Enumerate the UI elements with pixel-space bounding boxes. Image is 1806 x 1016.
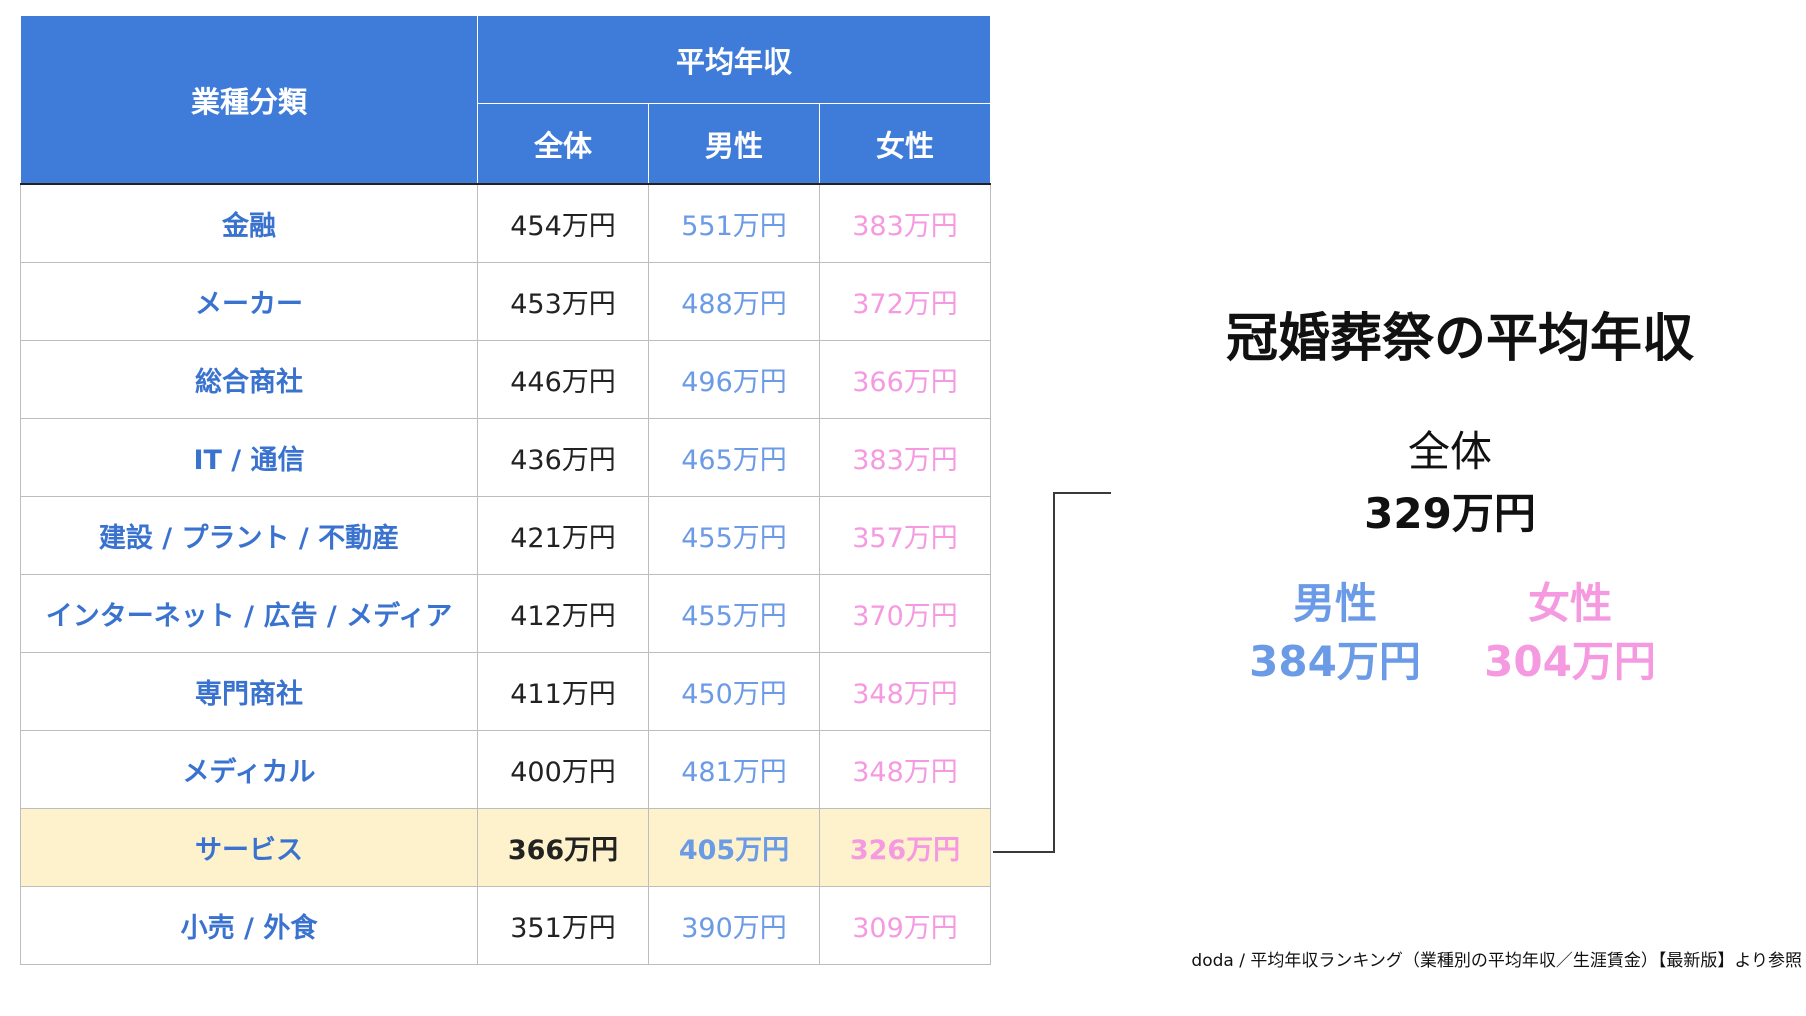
- header-industry: 業種分類: [20, 15, 478, 185]
- overall-cell: 454万円: [477, 183, 649, 263]
- overall-cell: 400万円: [477, 730, 649, 809]
- connector-line-horizontal-top: [1053, 492, 1111, 494]
- header-overall: 全体: [477, 103, 649, 185]
- table-row: 総合商社 446万円 496万円 366万円: [20, 340, 991, 419]
- panel-title: 冠婚葬祭の平均年収: [1225, 309, 1694, 369]
- overall-cell: 366万円: [477, 808, 649, 887]
- female-cell: 366万円: [819, 340, 991, 419]
- table-body: 金融 454万円 551万円 383万円 メーカー 453万円 488万円 372万円 総合商社…: [20, 183, 991, 965]
- industry-cell: サービス: [20, 808, 478, 887]
- female-cell: 348万円: [819, 730, 991, 809]
- table-row: 専門商社 411万円 450万円 348万円: [20, 652, 991, 731]
- industry-cell: IT / 通信: [20, 418, 478, 497]
- overall-cell: 412万円: [477, 574, 649, 653]
- overall-cell: 453万円: [477, 262, 649, 341]
- industry-cell: 小売 / 外食: [20, 886, 478, 965]
- header-average-salary: 平均年収: [477, 15, 991, 104]
- table-row: IT / 通信 436万円 465万円 383万円: [20, 418, 991, 497]
- overall-cell: 436万円: [477, 418, 649, 497]
- male-label: 男性: [1292, 579, 1377, 628]
- female-cell: 383万円: [819, 418, 991, 497]
- industry-cell: 専門商社: [20, 652, 478, 731]
- male-cell: 450万円: [648, 652, 820, 731]
- industry-cell: 建設 / プラント / 不動産: [20, 496, 478, 575]
- overall-cell: 446万円: [477, 340, 649, 419]
- male-cell: 455万円: [648, 496, 820, 575]
- salary-table: 業種分類 平均年収 全体 男性 女性 金融 454万円 551万円 383万円 メーカー…: [20, 15, 991, 965]
- male-cell: 488万円: [648, 262, 820, 341]
- overall-label: 全体: [1407, 427, 1492, 476]
- female-cell: 383万円: [819, 183, 991, 263]
- table-row: メディカル 400万円 481万円 348万円: [20, 730, 991, 809]
- header-female: 女性: [819, 103, 991, 185]
- female-cell: 357万円: [819, 496, 991, 575]
- male-cell: 481万円: [648, 730, 820, 809]
- male-cell: 551万円: [648, 183, 820, 263]
- male-value: 384万円: [1249, 637, 1421, 686]
- overall-cell: 351万円: [477, 886, 649, 965]
- table-row: 小売 / 外食 351万円 390万円 309万円: [20, 886, 991, 965]
- table-row: インターネット / 広告 / メディア 412万円 455万円 370万円: [20, 574, 991, 653]
- male-cell: 465万円: [648, 418, 820, 497]
- female-cell: 326万円: [819, 808, 991, 887]
- table-row: サービス 366万円 405万円 326万円: [20, 808, 991, 887]
- industry-cell: 総合商社: [20, 340, 478, 419]
- overall-cell: 421万円: [477, 496, 649, 575]
- male-cell: 390万円: [648, 886, 820, 965]
- female-value: 304万円: [1484, 637, 1656, 686]
- female-cell: 348万円: [819, 652, 991, 731]
- source-note: doda / 平均年収ランキング（業種別の平均年収／生涯賃金）【最新版】より参照: [1191, 951, 1802, 971]
- overall-cell: 411万円: [477, 652, 649, 731]
- male-cell: 405万円: [648, 808, 820, 887]
- industry-cell: メーカー: [20, 262, 478, 341]
- header-male: 男性: [648, 103, 820, 185]
- female-cell: 309万円: [819, 886, 991, 965]
- table-row: 金融 454万円 551万円 383万円: [20, 183, 991, 263]
- female-cell: 372万円: [819, 262, 991, 341]
- overall-value: 329万円: [1364, 489, 1536, 538]
- table-row: メーカー 453万円 488万円 372万円: [20, 262, 991, 341]
- female-label: 女性: [1527, 579, 1612, 628]
- connector-line-horizontal-left: [993, 851, 1055, 853]
- connector-line-vertical: [1053, 492, 1055, 853]
- industry-cell: 金融: [20, 183, 478, 263]
- table-row: 建設 / プラント / 不動産 421万円 455万円 357万円: [20, 496, 991, 575]
- female-cell: 370万円: [819, 574, 991, 653]
- industry-cell: インターネット / 広告 / メディア: [20, 574, 478, 653]
- industry-cell: メディカル: [20, 730, 478, 809]
- male-cell: 496万円: [648, 340, 820, 419]
- male-cell: 455万円: [648, 574, 820, 653]
